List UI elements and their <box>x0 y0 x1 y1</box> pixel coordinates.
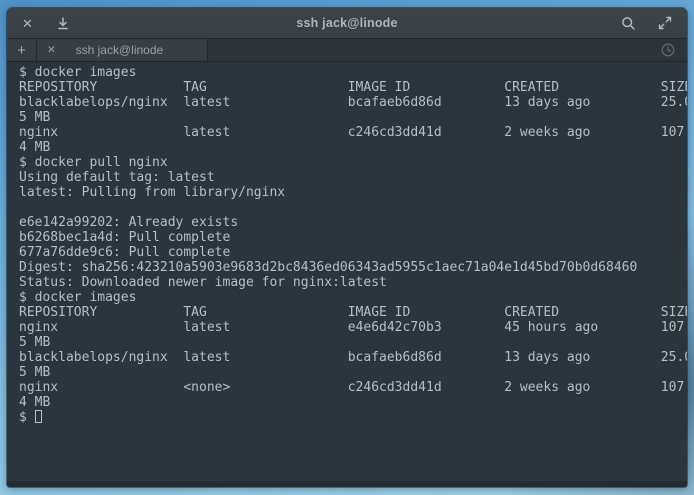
titlebar-right-icons <box>621 16 672 31</box>
titlebar: ✕ ssh jack@linode <box>7 8 687 39</box>
tabbar: + ✕ ssh jack@linode <box>7 39 687 62</box>
close-icon[interactable]: ✕ <box>22 17 33 30</box>
history-icon[interactable] <box>660 42 676 58</box>
terminal-cursor <box>35 410 42 423</box>
search-icon[interactable] <box>621 16 636 31</box>
terminal[interactable]: $ docker images REPOSITORY TAG IMAGE ID … <box>7 62 687 481</box>
tabbar-filler <box>208 39 687 61</box>
titlebar-left-icons: ✕ <box>22 16 70 30</box>
terminal-text: $ docker images REPOSITORY TAG IMAGE ID … <box>19 65 687 410</box>
tab-close-icon[interactable]: ✕ <box>47 44 56 56</box>
download-icon[interactable] <box>56 16 70 30</box>
expand-icon[interactable] <box>658 16 672 30</box>
tab-label: ssh jack@linode <box>56 43 197 57</box>
prompt-text: $ <box>19 410 35 425</box>
window-bottom-edge <box>7 481 687 487</box>
new-tab-button[interactable]: + <box>7 39 37 61</box>
terminal-output: $ docker images REPOSITORY TAG IMAGE ID … <box>19 65 687 425</box>
plus-icon: + <box>17 43 26 58</box>
tab-ssh-session[interactable]: ✕ ssh jack@linode <box>37 39 208 61</box>
desktop: { "window": { "title": "ssh jack@linode"… <box>0 0 694 495</box>
window-title: ssh jack@linode <box>7 16 687 30</box>
terminal-window: ✕ ssh jack@linode + <box>7 8 687 487</box>
